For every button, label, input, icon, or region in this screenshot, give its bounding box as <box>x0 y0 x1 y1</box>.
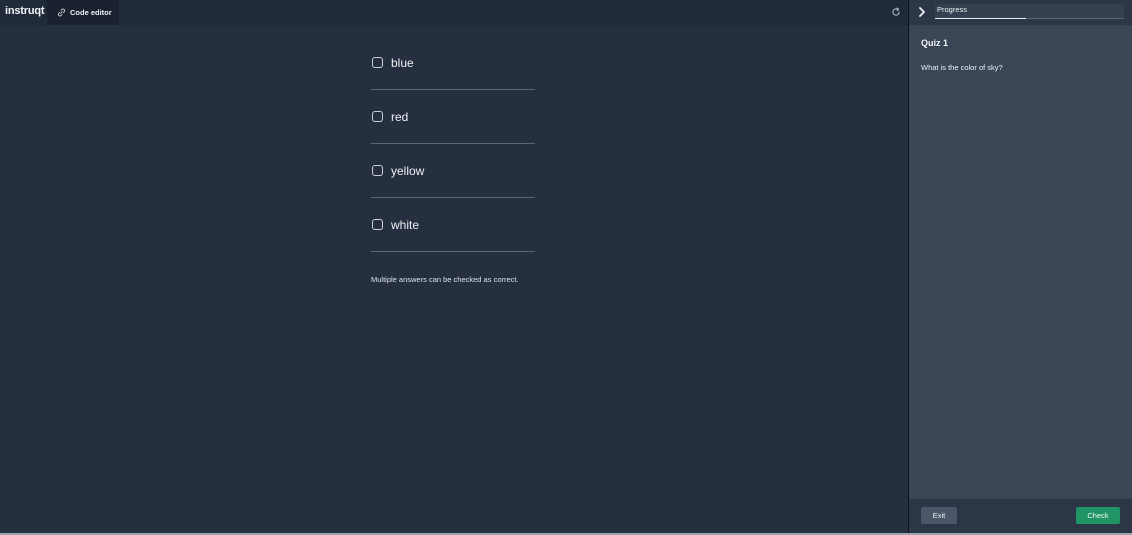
checkbox[interactable] <box>372 111 383 122</box>
progress-fill <box>935 17 1026 19</box>
assignment-panel: Progress Quiz 1 What is the color of sky… <box>909 0 1132 533</box>
panel-footer: Exit Check <box>909 499 1132 533</box>
exit-button[interactable]: Exit <box>921 507 957 524</box>
option-label: yellow <box>391 163 425 178</box>
option-label: red <box>391 109 409 124</box>
quiz-title: Quiz 1 <box>921 38 949 48</box>
instruqt-logo: instruqt <box>5 5 45 17</box>
panel-header: Progress <box>909 0 1132 25</box>
option-label: blue <box>391 55 414 70</box>
option-white[interactable]: white <box>371 198 535 252</box>
progress-label: Progress <box>937 5 968 14</box>
checkbox[interactable] <box>372 57 383 68</box>
tab-code-editor[interactable]: Code editor <box>47 0 119 25</box>
top-bar: instruqt Code editor <box>0 0 908 25</box>
progress-indicator: Progress <box>935 4 1124 19</box>
check-button[interactable]: Check <box>1076 507 1120 524</box>
main-area: instruqt Code editor blue red yellow whi… <box>0 0 908 533</box>
tab-code-editor-label: Code editor <box>70 8 112 17</box>
option-blue[interactable]: blue <box>371 36 535 90</box>
multi-answer-hint: Multiple answers can be checked as corre… <box>371 275 519 284</box>
option-label: white <box>391 217 420 232</box>
app-window: instruqt Code editor blue red yellow whi… <box>0 0 1132 535</box>
option-yellow[interactable]: yellow <box>371 144 535 198</box>
option-red[interactable]: red <box>371 90 535 144</box>
quiz-question: What is the color of sky? <box>921 63 1003 72</box>
checkbox[interactable] <box>372 165 383 176</box>
refresh-icon[interactable] <box>891 7 901 17</box>
quiz-options: blue red yellow white Multiple answers c… <box>371 36 535 284</box>
link-icon <box>57 8 66 17</box>
checkbox[interactable] <box>372 219 383 230</box>
chevron-right-icon[interactable] <box>917 6 927 18</box>
